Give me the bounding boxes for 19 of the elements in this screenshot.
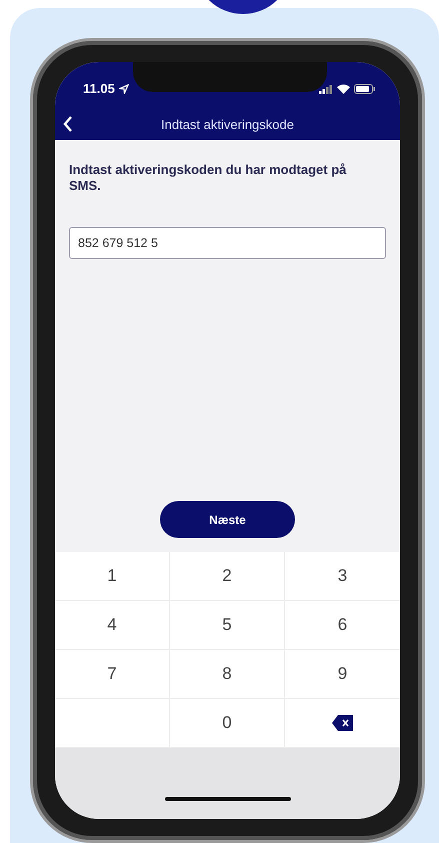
signal-icon bbox=[319, 84, 333, 94]
keypad-key[interactable]: 7 bbox=[55, 650, 170, 699]
prompt-text: Indtast aktiveringskoden du har modtaget på SMS. bbox=[69, 162, 348, 194]
back-icon[interactable] bbox=[63, 116, 73, 132]
next-button[interactable]: Næste bbox=[160, 501, 295, 538]
keypad-key[interactable]: 5 bbox=[170, 601, 285, 650]
keypad-key[interactable]: 8 bbox=[170, 650, 285, 699]
battery-icon bbox=[354, 84, 376, 94]
wifi-icon bbox=[337, 84, 350, 94]
keypad-key[interactable]: 0 bbox=[170, 699, 285, 748]
keypad-key[interactable]: 2 bbox=[170, 552, 285, 601]
code-input-field[interactable]: 852 679 512 5 bbox=[69, 227, 386, 260]
keypad-key[interactable]: 3 bbox=[285, 552, 400, 601]
location-arrow-icon bbox=[118, 84, 129, 94]
status-time: 11.05 bbox=[83, 80, 115, 98]
keypad-key[interactable]: 1 bbox=[55, 552, 170, 601]
keypad-key[interactable]: 4 bbox=[55, 601, 170, 650]
backspace-icon bbox=[330, 714, 354, 732]
nav-title: Indtast aktiveringskode bbox=[161, 116, 294, 134]
